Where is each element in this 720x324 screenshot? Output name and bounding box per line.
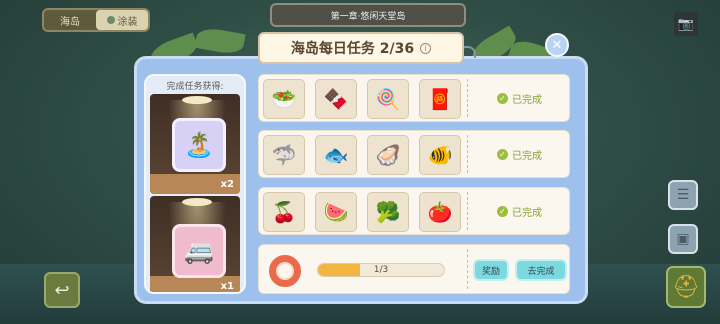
chapter-title: 第一章·悠闲天堂岛 bbox=[330, 11, 406, 22]
close-icon: ✕ bbox=[551, 37, 563, 53]
storage-button[interactable]: ▣ bbox=[668, 224, 698, 254]
island-icon: 🏝️ bbox=[184, 131, 214, 159]
rewards-header: 完成任务获得: bbox=[166, 81, 224, 92]
row-divider bbox=[467, 79, 468, 117]
lamp-icon bbox=[182, 198, 212, 206]
task-status-label: 已完成 bbox=[512, 208, 542, 219]
row-divider bbox=[467, 135, 468, 173]
check-icon: ✓ bbox=[497, 149, 508, 160]
island-decoration-card[interactable]: 🏝️ bbox=[172, 118, 226, 172]
info-icon[interactable]: i bbox=[420, 42, 432, 54]
camera-icon: 📷 bbox=[677, 16, 695, 32]
build-button[interactable]: ⛑ bbox=[666, 266, 706, 308]
tab-paint[interactable]: 涂装 bbox=[96, 10, 148, 30]
tab-island[interactable]: 海岛 bbox=[44, 10, 96, 30]
progress-bar: 1/3 bbox=[317, 263, 445, 277]
tab-island-label: 海岛 bbox=[60, 16, 80, 28]
camera-button[interactable]: 📷 bbox=[674, 12, 698, 36]
shark-icon[interactable]: 🦈 bbox=[263, 135, 305, 175]
food-truck-card[interactable]: 🚐 bbox=[172, 224, 226, 278]
fish-icon[interactable]: 🐟 bbox=[315, 135, 357, 175]
panel-title-plate: 海岛每日任务 2/36 i bbox=[258, 32, 464, 64]
task-status: ✓ 已完成 bbox=[497, 147, 542, 162]
gift-envelope-icon[interactable]: 🧧 bbox=[419, 79, 461, 119]
row-divider bbox=[467, 249, 468, 289]
task-status-label: 已完成 bbox=[512, 95, 542, 106]
task-row: 🥗 🍫 🍭 🧧 ✓ 已完成 bbox=[258, 74, 570, 122]
task-row: 🍒 🍉 🥦 🍅 ✓ 已完成 bbox=[258, 187, 570, 235]
back-arrow-icon: ↩ bbox=[54, 279, 70, 301]
progress-row: 1/3 奖励 去完成 bbox=[258, 244, 570, 294]
hard-hat-icon: ⛑ bbox=[672, 274, 700, 300]
pin-icon bbox=[106, 16, 115, 24]
reward-quantity: x1 bbox=[220, 281, 234, 292]
lamp-icon bbox=[182, 96, 212, 104]
check-icon: ✓ bbox=[497, 206, 508, 217]
lollipop-icon[interactable]: 🍭 bbox=[367, 79, 409, 119]
life-ring-icon bbox=[269, 255, 301, 287]
task-status: ✓ 已完成 bbox=[497, 91, 542, 106]
chocolate-bar-icon[interactable]: 🍫 bbox=[315, 79, 357, 119]
list-button[interactable]: ☰ bbox=[668, 180, 698, 210]
box-icon: ▣ bbox=[676, 231, 690, 247]
food-truck-icon: 🚐 bbox=[184, 237, 214, 265]
view-tabs: 海岛 涂装 bbox=[42, 8, 150, 32]
chapter-banner: 第一章·悠闲天堂岛 bbox=[270, 3, 466, 27]
row-divider bbox=[467, 192, 468, 230]
cherries-icon[interactable]: 🍒 bbox=[263, 192, 305, 232]
reward-quantity: x2 bbox=[220, 179, 234, 190]
list-icon: ☰ bbox=[676, 187, 690, 203]
yellow-fish-icon[interactable]: 🐠 bbox=[419, 135, 461, 175]
check-icon: ✓ bbox=[497, 93, 508, 104]
task-row: 🦈 🐟 🦪 🐠 ✓ 已完成 bbox=[258, 130, 570, 178]
tomato-icon[interactable]: 🍅 bbox=[419, 192, 461, 232]
go-complete-button-label: 去完成 bbox=[527, 266, 555, 277]
watermelon-icon[interactable]: 🍉 bbox=[315, 192, 357, 232]
back-button[interactable]: ↩ bbox=[44, 272, 80, 308]
reward-button-label: 奖励 bbox=[481, 266, 500, 277]
salad-icon[interactable]: 🥗 bbox=[263, 79, 305, 119]
progress-text: 1/3 bbox=[373, 265, 389, 275]
broccoli-icon[interactable]: 🥦 bbox=[367, 192, 409, 232]
close-button[interactable]: ✕ bbox=[545, 33, 569, 57]
reward-shelf: 🚐 x1 bbox=[150, 196, 240, 292]
task-status-label: 已完成 bbox=[512, 151, 542, 162]
tab-paint-label: 涂装 bbox=[117, 16, 138, 28]
reward-shelf: 🏝️ x2 bbox=[150, 94, 240, 194]
rewards-column: 完成任务获得: 🏝️ x2 🚐 x1 bbox=[144, 74, 246, 294]
flatfish-icon[interactable]: 🦪 bbox=[367, 135, 409, 175]
panel-title: 海岛每日任务 2/36 bbox=[290, 41, 415, 57]
go-complete-button[interactable]: 去完成 bbox=[515, 259, 567, 281]
task-status: ✓ 已完成 bbox=[497, 204, 542, 219]
reward-button[interactable]: 奖励 bbox=[473, 259, 509, 281]
